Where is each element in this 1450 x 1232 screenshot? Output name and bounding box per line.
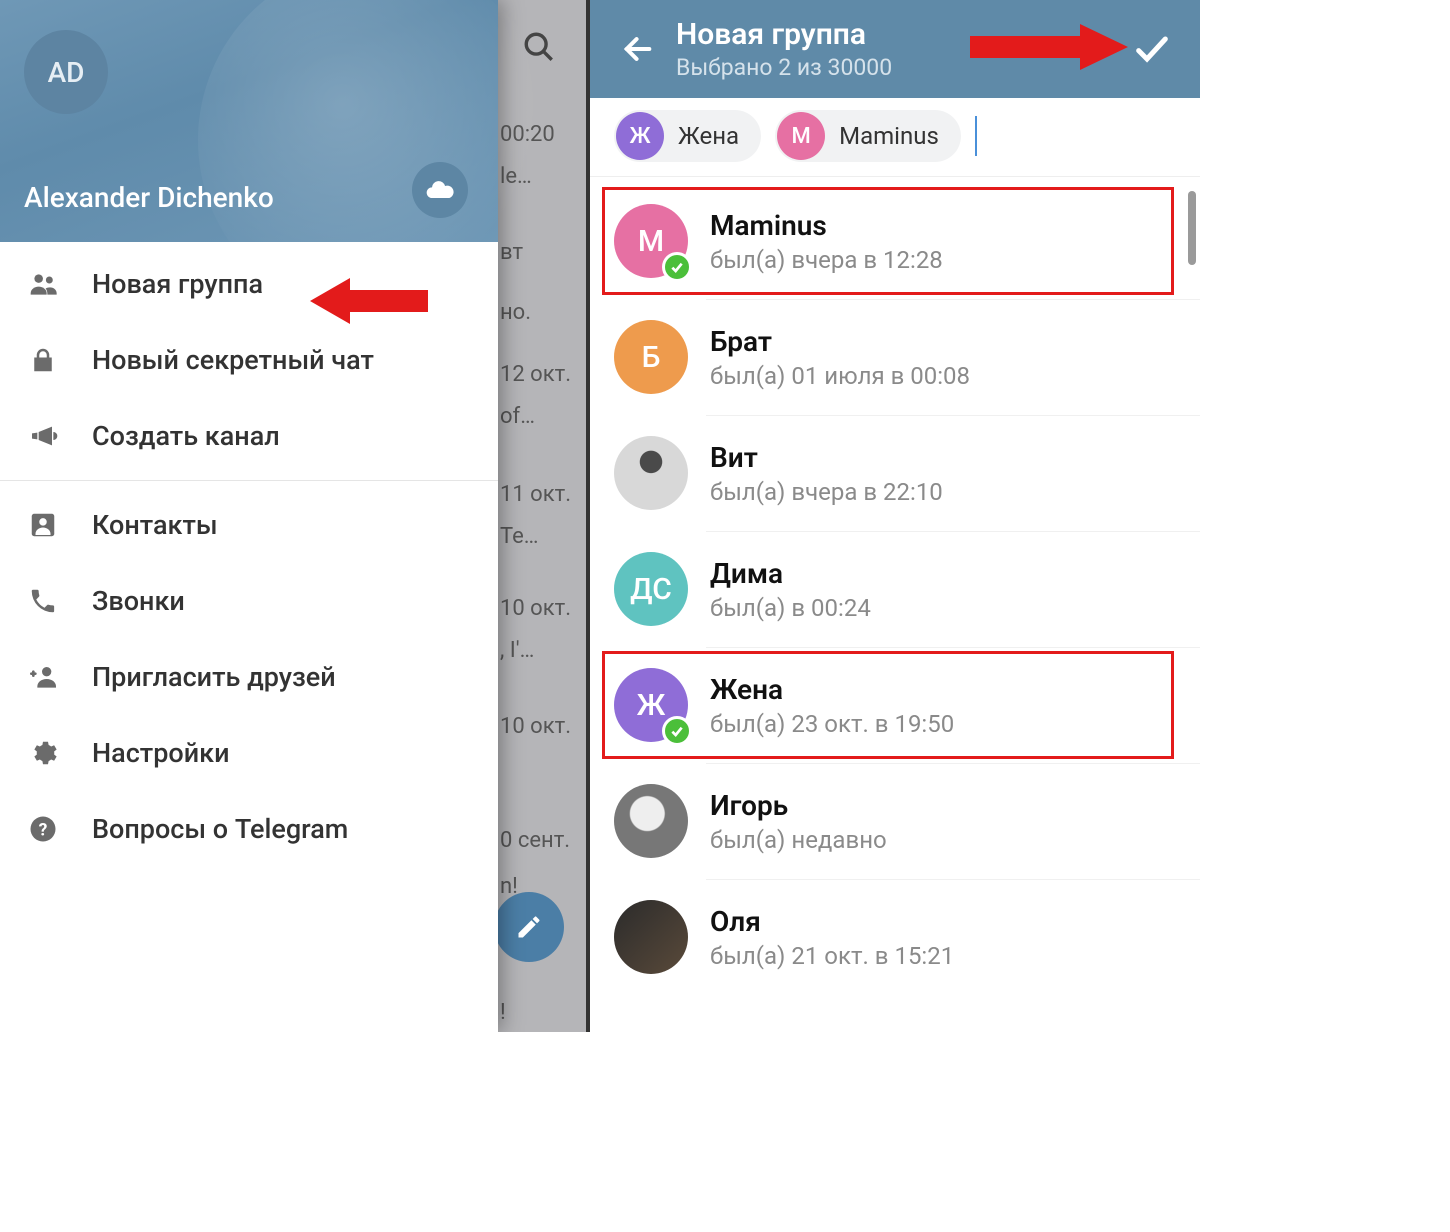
contact-row[interactable]: Вит был(а) вчера в 22:10: [590, 415, 1200, 531]
bg-chat-fragment: 0 сент.: [500, 828, 576, 853]
bg-chat-fragment: !: [500, 1000, 576, 1025]
selected-chips-area[interactable]: ЖЖена MMaminus: [590, 98, 1200, 177]
contact-name: Игорь: [710, 789, 887, 822]
chip-label: Жена: [666, 122, 739, 150]
contact-name: Брат: [710, 325, 970, 358]
person-add-icon: [28, 661, 92, 693]
help-icon: ?: [28, 814, 92, 844]
contact-avatar: Б: [614, 320, 688, 394]
menu-item-person-add[interactable]: Пригласить друзей: [0, 639, 498, 715]
contact-row[interactable]: ДС Дима был(а) в 00:24: [590, 531, 1200, 647]
menu-item-lock[interactable]: Новый секретный чат: [0, 322, 498, 398]
contact-row[interactable]: Игорь был(а) недавно: [590, 763, 1200, 879]
drawer-header[interactable]: AD Alexander Dichenko: [0, 0, 498, 242]
annotation-arrow-right: [970, 22, 1130, 72]
contact-status: был(а) вчера в 22:10: [710, 478, 943, 506]
phone-icon: [28, 586, 92, 616]
profile-name: Alexander Dichenko: [24, 181, 274, 214]
contact-avatar: ДС: [614, 552, 688, 626]
contact-name: Вит: [710, 441, 943, 474]
contact-name: Maminus: [710, 209, 943, 242]
menu-item-label: Новая группа: [92, 268, 263, 300]
contact-row[interactable]: M Maminus был(а) вчера в 12:28: [590, 183, 1200, 299]
selected-chip[interactable]: MMaminus: [775, 110, 961, 162]
menu-item-label: Новый секретный чат: [92, 344, 374, 376]
drawer-panel: 00:20le…втно.12 окт.of…11 окт.Te…10 окт.…: [0, 0, 590, 1032]
person-icon: [28, 510, 92, 540]
navigation-drawer: AD Alexander Dichenko Новая группа Новый …: [0, 0, 498, 1032]
selected-check-icon: [662, 716, 692, 746]
selected-check-icon: [662, 252, 692, 282]
bg-chat-fragment: 11 окт.: [500, 482, 576, 507]
contact-row[interactable]: Ж Жена был(а) 23 окт. в 19:50: [590, 647, 1200, 763]
contact-avatar: [614, 436, 688, 510]
menu-item-label: Пригласить друзей: [92, 661, 336, 693]
chip-avatar: M: [777, 112, 825, 160]
new-group-panel: Новая группа Выбрано 2 из 30000 ЖЖенаMMa…: [590, 0, 1200, 1032]
contact-name: Оля: [710, 905, 954, 938]
gear-icon: [28, 738, 92, 768]
menu-item-label: Контакты: [92, 509, 218, 541]
bg-chat-fragment: of…: [500, 404, 576, 429]
contact-name: Дима: [710, 557, 871, 590]
menu-item-label: Настройки: [92, 737, 230, 769]
menu-item-help[interactable]: ? Вопросы о Telegram: [0, 791, 498, 867]
contact-avatar: [614, 900, 688, 974]
contact-name: Жена: [710, 673, 954, 706]
contact-status: был(а) недавно: [710, 826, 887, 854]
avatar-initials: AD: [48, 56, 85, 89]
back-button[interactable]: [608, 32, 668, 66]
bg-chat-fragment: 12 окт.: [500, 362, 576, 387]
menu-item-label: Создать канал: [92, 420, 280, 452]
bg-chat-fragment: Te…: [500, 524, 576, 549]
group-icon: [28, 268, 92, 300]
contacts-list[interactable]: M Maminus был(а) вчера в 12:28 Б Брат был(а) …: [590, 177, 1200, 1031]
contact-avatar: Ж: [614, 668, 688, 742]
chip-avatar: Ж: [616, 112, 664, 160]
contact-status: был(а) вчера в 12:28: [710, 246, 943, 274]
text-cursor: [975, 116, 977, 156]
contact-row[interactable]: Б Брат был(а) 01 июля в 00:08: [590, 299, 1200, 415]
contact-status: был(а) 01 июля в 00:08: [710, 362, 970, 390]
menu-divider: [0, 480, 498, 481]
saved-messages-button[interactable]: [412, 162, 468, 218]
bg-chat-fragment: 10 окт.: [500, 596, 576, 621]
menu-item-gear[interactable]: Настройки: [0, 715, 498, 791]
menu-item-label: Звонки: [92, 585, 185, 617]
bg-chat-fragment: , I'…: [500, 638, 576, 663]
contact-avatar: M: [614, 204, 688, 278]
bg-chat-fragment: но.: [500, 300, 576, 325]
menu-item-label: Вопросы о Telegram: [92, 813, 348, 845]
contact-row[interactable]: Оля был(а) 21 окт. в 15:21: [590, 879, 1200, 995]
annotation-arrow-left: [310, 272, 430, 330]
menu-item-megaphone[interactable]: Создать канал: [0, 398, 498, 474]
svg-text:?: ?: [39, 820, 48, 840]
menu-item-phone[interactable]: Звонки: [0, 563, 498, 639]
avatar[interactable]: AD: [24, 30, 108, 114]
contact-status: был(а) 21 окт. в 15:21: [710, 942, 954, 970]
contact-status: был(а) в 00:24: [710, 594, 871, 622]
lock-icon: [28, 345, 92, 375]
compose-fab[interactable]: [494, 892, 564, 962]
selected-chip[interactable]: ЖЖена: [614, 110, 761, 162]
megaphone-icon: [28, 420, 92, 452]
chip-label: Maminus: [827, 122, 939, 150]
contact-status: был(а) 23 окт. в 19:50: [710, 710, 954, 738]
confirm-button[interactable]: [1122, 29, 1182, 69]
drawer-menu: Новая группа Новый секретный чат Создать к…: [0, 242, 498, 867]
menu-item-person[interactable]: Контакты: [0, 487, 498, 563]
contact-avatar: [614, 784, 688, 858]
bg-chat-fragment: 10 окт.: [500, 714, 576, 739]
